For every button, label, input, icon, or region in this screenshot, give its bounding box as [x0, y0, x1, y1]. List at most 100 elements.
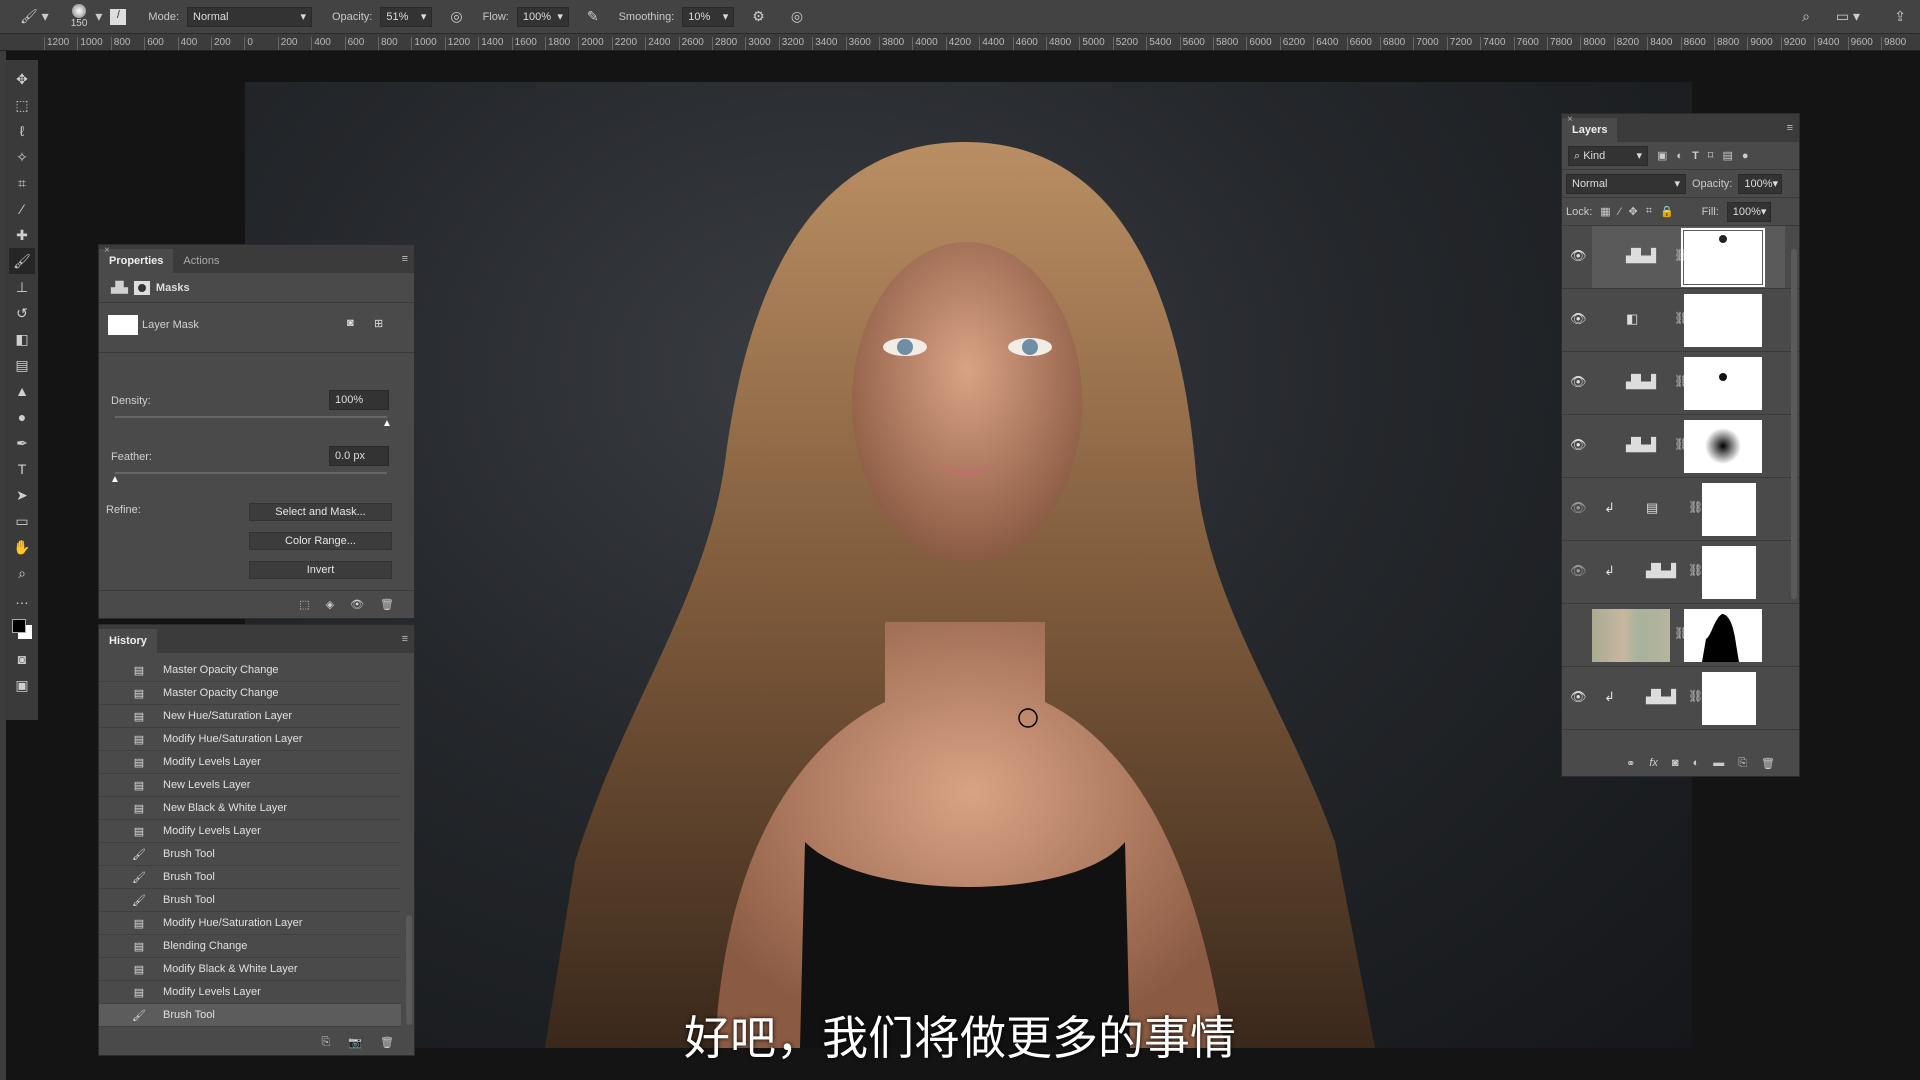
eye-icon[interactable]: 👁 — [1570, 437, 1587, 453]
screen-mode-icon[interactable]: ▣ — [9, 672, 35, 698]
filter-adjustment-icon[interactable]: ◐ — [1676, 150, 1683, 162]
tab-actions[interactable]: Actions — [173, 249, 229, 273]
layer-thumbnail[interactable] — [1592, 609, 1670, 662]
adjustment-layer-icon[interactable]: ◐ — [1693, 757, 1700, 769]
eye-icon[interactable]: 👁 — [1570, 563, 1587, 579]
invert-button[interactable]: Invert — [249, 561, 392, 579]
move-tool-icon[interactable]: ✥ — [9, 66, 35, 92]
history-item[interactable]: ▤ New Hue/Saturation Layer — [99, 705, 401, 728]
rectangle-tool-icon[interactable]: ▭ — [9, 508, 35, 534]
fx-icon[interactable]: fx — [1649, 757, 1658, 769]
layer-row[interactable]: 👁 ↲ ▟▙▟ ⛓ — [1562, 541, 1799, 604]
filter-toggle[interactable]: ● — [1742, 150, 1749, 162]
lock-all-icon[interactable]: 🔒 — [1660, 205, 1674, 218]
history-item[interactable]: 🖌 Brush Tool — [99, 866, 401, 889]
panel-menu-icon[interactable]: ≡ — [1787, 122, 1793, 134]
layer-row[interactable]: 👁 ▟▙▟ ⛓ — [1562, 226, 1799, 289]
layer-mask-thumbnail[interactable] — [1702, 672, 1756, 725]
eye-icon[interactable]: 👁 — [1570, 311, 1587, 327]
more-tools-icon[interactable]: … — [9, 586, 35, 612]
canvas-image[interactable] — [245, 82, 1692, 1048]
lock-pixels-icon[interactable]: ⁄ — [1619, 206, 1621, 218]
layers-scrollbar[interactable] — [1791, 249, 1797, 599]
panel-menu-icon[interactable]: ≡ — [402, 253, 408, 265]
close-icon[interactable]: × — [104, 245, 110, 256]
color-swatches-icon[interactable] — [9, 612, 35, 646]
feather-slider-handle[interactable]: ▲ — [110, 474, 120, 485]
pressure-opacity-icon[interactable]: ◎ — [450, 8, 462, 25]
apply-vector-mask-icon[interactable]: ⊞ — [374, 317, 383, 330]
healing-tool-icon[interactable]: ✚ — [9, 222, 35, 248]
feather-field[interactable]: 0.0 px — [329, 446, 389, 466]
quick-select-tool-icon[interactable]: ✧ — [9, 144, 35, 170]
layer-mask-thumbnail[interactable] — [1681, 228, 1765, 287]
new-layer-icon[interactable]: ⎘ — [1738, 757, 1747, 770]
brush-tool-icon[interactable]: 🖌 — [9, 248, 35, 274]
layer-mask-thumbnail[interactable] — [1684, 420, 1762, 473]
link-icon[interactable]: ⛓ — [1688, 563, 1703, 577]
flow-field[interactable]: 100% ▾ — [516, 6, 569, 27]
layer-row[interactable]: 👁 ↲ ▤ ⛓ — [1562, 478, 1799, 541]
select-mask-icon[interactable]: ◙ — [347, 317, 354, 329]
pen-tool-icon[interactable]: ✒ — [9, 430, 35, 456]
filter-shape-icon[interactable]: ⌑ — [1708, 149, 1714, 162]
filter-kind-select[interactable]: ⌕ Kind ▾ — [1568, 145, 1648, 166]
blend-mode-select[interactable]: Normal ▾ — [1566, 173, 1686, 194]
load-selection-icon[interactable]: ⬚ — [299, 598, 309, 611]
search-icon[interactable]: ⌕ — [1802, 8, 1810, 25]
eye-icon[interactable]: 👁 — [1570, 374, 1587, 390]
eraser-tool-icon[interactable]: ◧ — [9, 326, 35, 352]
lock-position-icon[interactable]: ✥ — [1629, 205, 1638, 218]
history-brush-tool-icon[interactable]: ↺ — [9, 300, 35, 326]
mode-select[interactable]: Normal ▾ — [187, 6, 312, 27]
brush-tool-icon[interactable]: 🖌 ▾ — [20, 8, 49, 25]
fill-field[interactable]: 100% ▾ — [1726, 201, 1771, 222]
folder-icon[interactable]: ▬ — [1713, 757, 1724, 769]
link-layers-icon[interactable]: ⚭ — [1626, 757, 1635, 770]
history-item[interactable]: ▤ Modify Levels Layer — [99, 981, 401, 1004]
zoom-tool-icon[interactable]: ⌕ — [9, 560, 35, 586]
brush-settings-icon[interactable]: / — [110, 8, 127, 25]
quick-mask-icon[interactable]: ◙ — [9, 646, 35, 672]
feather-slider[interactable]: ▲ — [110, 472, 387, 485]
brush-preset-picker[interactable]: 150 — [71, 4, 87, 29]
pressure-size-icon[interactable]: ◎ — [791, 8, 803, 25]
path-select-tool-icon[interactable]: ➤ — [9, 482, 35, 508]
history-item[interactable]: ▤ Master Opacity Change — [99, 659, 401, 682]
hand-tool-icon[interactable]: ✋ — [9, 534, 35, 560]
tab-properties[interactable]: Properties — [99, 249, 174, 273]
history-item[interactable]: ▤ Master Opacity Change — [99, 682, 401, 705]
layer-row[interactable]: 👁 ◧ ⛓ — [1562, 289, 1799, 352]
blur-tool-icon[interactable]: ▲ — [9, 378, 35, 404]
lock-transparency-icon[interactable]: ▦ — [1600, 205, 1610, 218]
density-slider-handle[interactable]: ▲ — [382, 418, 392, 429]
stamp-tool-icon[interactable]: ⊥ — [9, 274, 35, 300]
close-icon[interactable]: × — [1567, 114, 1573, 125]
type-tool-icon[interactable]: T — [9, 456, 35, 482]
density-field[interactable]: 100% — [329, 390, 389, 410]
history-item[interactable]: ▤ Modify Levels Layer — [99, 820, 401, 843]
lock-artboard-icon[interactable]: ⌗ — [1646, 205, 1652, 218]
history-item[interactable]: ▤ New Levels Layer — [99, 774, 401, 797]
layer-row[interactable]: 👁 ▟▙▟ ⛓ — [1562, 415, 1799, 478]
eye-icon[interactable]: 👁 — [1570, 500, 1587, 516]
levels-icon[interactable]: ▟▙ — [111, 281, 128, 294]
filter-pixel-icon[interactable]: ▣ — [1657, 149, 1667, 162]
lasso-tool-icon[interactable]: ℓ — [9, 118, 35, 144]
history-item[interactable]: 🖌 Brush Tool — [99, 889, 401, 912]
tab-history[interactable]: History — [99, 629, 157, 653]
gradient-tool-icon[interactable]: ▤ — [9, 352, 35, 378]
layer-opacity-field[interactable]: 100% ▾ — [1738, 173, 1783, 194]
eye-icon[interactable]: 👁 — [1570, 689, 1587, 705]
layer-row[interactable]: 👁 ▟▙▟ ⛓ — [1562, 352, 1799, 415]
apply-mask-icon[interactable]: ◈ — [326, 598, 334, 611]
trash-icon[interactable]: 🗑 — [380, 598, 394, 611]
history-item[interactable]: ▤ Modify Levels Layer — [99, 751, 401, 774]
eye-icon[interactable]: 👁 — [350, 598, 364, 611]
panel-menu-icon[interactable]: ≡ — [402, 633, 408, 645]
marquee-tool-icon[interactable]: ⬚ — [9, 92, 35, 118]
layer-mask-thumbnail[interactable] — [1684, 609, 1762, 662]
trash-icon[interactable]: 🗑 — [1761, 757, 1775, 770]
layer-mask-thumbnail[interactable] — [1684, 357, 1762, 410]
history-item[interactable]: 🖌 Brush Tool — [99, 843, 401, 866]
